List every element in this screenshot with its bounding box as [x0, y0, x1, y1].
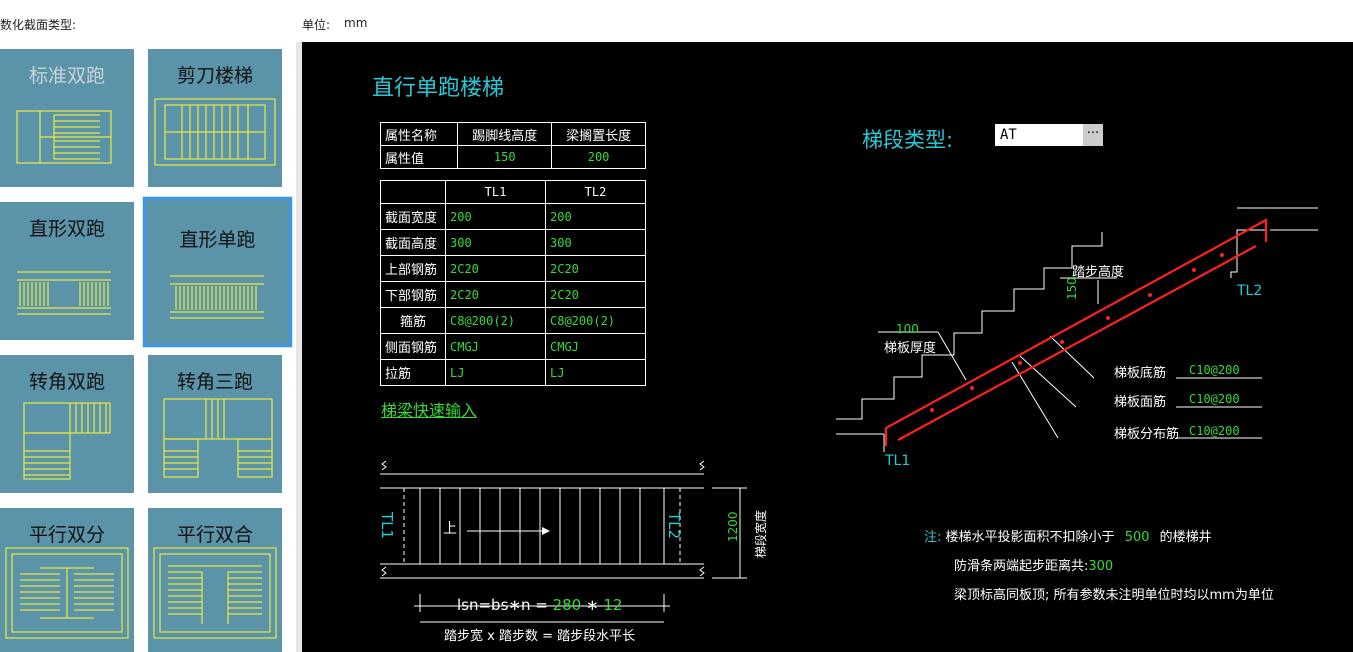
- top-bar: 数化截面类型: 单位: mm: [0, 0, 1353, 42]
- stair-type-parallel-merge[interactable]: 平行双合: [148, 508, 282, 652]
- rebar-distribution-value[interactable]: C10@200: [1189, 424, 1240, 438]
- stair-type-straight-single[interactable]: 直形单跑: [143, 197, 292, 347]
- segment-type-label: 梯段类型:: [862, 128, 954, 152]
- note-line-3: 梁顶标高同板顶; 所有参数未注明单位时均以mm为单位: [954, 588, 1274, 603]
- segment-type-value: AT: [1000, 127, 1017, 143]
- slab-thickness-label: 梯板厚度: [884, 341, 937, 356]
- unit-value: mm: [344, 16, 368, 30]
- note-antislip-value[interactable]: 300: [1088, 559, 1113, 574]
- scissor-thumbnail-icon: [154, 98, 276, 166]
- section-tl1-label: TL1: [885, 453, 911, 469]
- parallel-split-thumbnail-icon: [5, 547, 129, 639]
- cad-preview: 直行单跑楼梯 属性名称 踢脚线高度 梁搁置长度 属性值 150 200 TL1 …: [302, 42, 1353, 652]
- plan-formula: lsn=bs∗n = 280 ∗ 12: [457, 596, 622, 614]
- formula-bs: 280: [552, 596, 582, 614]
- segment-type-field[interactable]: AT ···: [995, 124, 1103, 146]
- plan-width-value: 1200: [726, 511, 740, 542]
- stair-type-standard-double[interactable]: 标准双跑: [0, 49, 134, 187]
- corner-double-thumbnail-icon: [23, 402, 111, 480]
- standard-double-thumbnail-icon: [16, 110, 112, 164]
- step-height-label: 踏步高度: [1072, 265, 1125, 280]
- formula-prefix: lsn=bs∗n =: [457, 596, 553, 614]
- parallel-merge-thumbnail-icon: [153, 547, 277, 639]
- section-type-label: 数化截面类型:: [0, 18, 77, 32]
- note-text: 楼梯水平投影面积不扣除小于: [945, 530, 1115, 545]
- formula-n: 12: [603, 596, 623, 614]
- rebar-top-label: 梯板面筋: [1114, 395, 1167, 410]
- plan-caption: 踏步宽 x 踏步数 = 踏步段水平长: [444, 629, 636, 644]
- formula-op: ∗: [581, 596, 604, 614]
- note-text: 的楼梯井: [1159, 530, 1212, 545]
- plan-up-label: 上: [443, 521, 457, 537]
- note-prefix: 注:: [924, 530, 942, 545]
- stair-type-parallel-split[interactable]: 平行双分: [0, 508, 134, 652]
- plan-tl2-label: TL2: [665, 512, 683, 540]
- stair-drawing: [380, 207, 1318, 623]
- unit-label: 单位:: [302, 18, 331, 32]
- note-text: 防滑条两端起步距离共:: [954, 559, 1089, 574]
- segment-type-browse-button[interactable]: ···: [1083, 124, 1103, 146]
- straight-double-thumbnail-icon: [17, 271, 111, 315]
- stair-type-list: 标准双跑 剪刀楼梯 直形双跑 直形单跑 转角双跑 转角三跑 平行双分 平行双合: [0, 42, 296, 652]
- stair-type-corner-triple[interactable]: 转角三跑: [148, 355, 282, 493]
- stair-type-straight-double[interactable]: 直形双跑: [0, 202, 134, 340]
- note-line-2: 防滑条两端起步距离共:300: [954, 555, 1113, 574]
- plan-tl1-label: TL1: [378, 512, 396, 540]
- note-stairwell-value[interactable]: 500: [1125, 530, 1150, 545]
- section-tl2-label: TL2: [1237, 283, 1263, 299]
- rebar-bottom-label: 梯板底筋: [1114, 366, 1167, 381]
- note-line-1: 注: 楼梯水平投影面积不扣除小于 500 的楼梯井: [924, 526, 1212, 545]
- slab-thickness-value: 100: [896, 322, 919, 336]
- straight-single-thumbnail-icon: [170, 275, 264, 319]
- stair-type-scissor[interactable]: 剪刀楼梯: [148, 49, 282, 187]
- corner-triple-thumbnail-icon: [163, 398, 273, 478]
- rebar-top-value[interactable]: C10@200: [1189, 392, 1240, 406]
- rebar-bottom-value[interactable]: C10@200: [1189, 363, 1240, 377]
- step-height-value: 150: [1065, 277, 1079, 300]
- stair-type-corner-double[interactable]: 转角双跑: [0, 355, 134, 493]
- plan-width-label: 梯段宽度: [754, 509, 768, 558]
- rebar-distribution-label: 梯板分布筋: [1114, 427, 1180, 442]
